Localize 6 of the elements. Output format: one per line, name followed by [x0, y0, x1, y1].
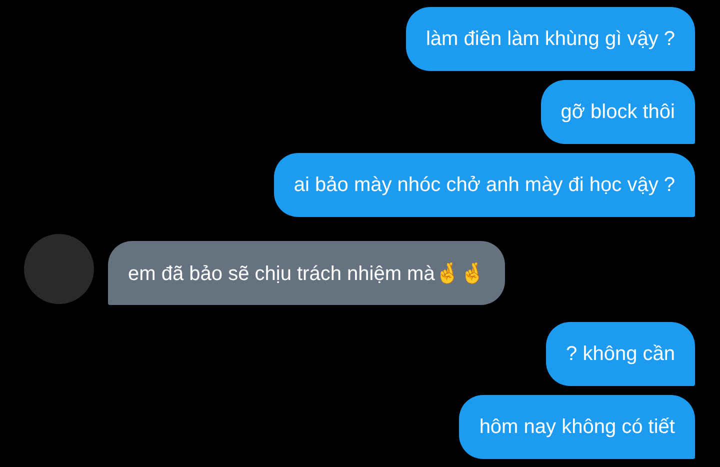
sent-message-bubble: ? không cần [546, 322, 695, 386]
sent-message-bubble: ai bảo mày nhóc chở anh mày đi học vậy ? [274, 153, 695, 217]
sent-message-bubble: hôm nay không có tiết [459, 395, 695, 459]
sent-message-bubble: gỡ block thôi [540, 80, 695, 144]
sent-message-bubble: làm điên làm khùng gì vậy ? [406, 7, 695, 71]
received-message-bubble: em đã bảo sẽ chịu trách nhiệm mà🤞🤞 [108, 241, 505, 305]
